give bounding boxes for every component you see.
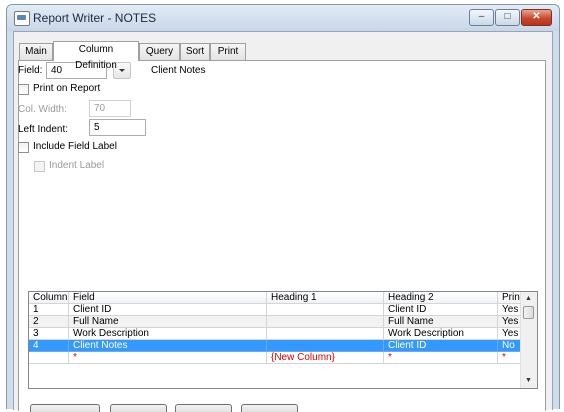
cell-column[interactable] [29, 352, 69, 364]
bottom-button-2[interactable] [110, 404, 167, 412]
cell-print[interactable]: Yes [498, 304, 522, 316]
include-field-label-checkbox[interactable] [18, 142, 29, 153]
column-header-field[interactable]: Field [69, 292, 267, 304]
cell-heading-2[interactable]: * [384, 352, 498, 364]
scroll-up-arrow-icon[interactable]: ▲ [521, 292, 536, 306]
minimize-button[interactable]: – [469, 9, 494, 26]
cell-heading-1[interactable] [267, 328, 384, 340]
tab-column-definition[interactable]: Column Definition [53, 41, 139, 71]
cell-field[interactable]: Client ID [69, 304, 267, 316]
cell-column[interactable]: 3 [29, 328, 69, 340]
tab-print[interactable]: Print [210, 43, 246, 60]
col-width-input[interactable]: 70 [89, 100, 131, 117]
maximize-button[interactable]: □ [495, 9, 520, 26]
print-on-report-checkbox[interactable] [18, 84, 29, 95]
cell-heading-1[interactable] [267, 340, 384, 352]
cell-field[interactable]: * [69, 352, 267, 364]
cell-field[interactable]: Work Description [69, 328, 267, 340]
grid-vertical-scrollbar[interactable]: ▲ ▼ [520, 292, 537, 388]
cell-print[interactable]: Yes [498, 316, 522, 328]
cell-print[interactable]: No [498, 340, 522, 352]
field-description: Client Notes [151, 65, 206, 76]
bottom-button-1[interactable] [30, 404, 100, 412]
indent-label-label: Indent Label [49, 160, 105, 171]
app-icon [14, 11, 30, 26]
cell-print[interactable]: Yes [498, 328, 522, 340]
left-indent-label: Left Indent: [18, 124, 69, 135]
cell-heading-1[interactable] [267, 304, 384, 316]
cell-column[interactable]: 2 [29, 316, 69, 328]
cell-field[interactable]: Full Name [69, 316, 267, 328]
cell-heading-2[interactable]: Work Description [384, 328, 498, 340]
cell-heading-2[interactable]: Client ID [384, 340, 498, 352]
cell-column[interactable]: 4 [29, 340, 69, 352]
col-width-label: Col. Width: [18, 104, 67, 115]
title-bar[interactable]: Report Writer - NOTES – □ ✕ [7, 5, 559, 31]
print-on-report-label: Print on Report [33, 83, 101, 94]
indent-label-checkbox[interactable] [34, 161, 45, 172]
column-grid[interactable]: Column Field Heading 1 Heading 2 Print 1… [28, 291, 538, 389]
cell-heading-1[interactable] [267, 316, 384, 328]
bottom-button-3[interactable] [175, 404, 232, 412]
cell-field[interactable]: Client Notes [69, 340, 267, 352]
cell-column[interactable]: 1 [29, 304, 69, 316]
cell-heading-2[interactable]: Client ID [384, 304, 498, 316]
include-field-label-label: Include Field Label [33, 141, 117, 152]
field-label: Field: [18, 65, 43, 76]
close-button[interactable]: ✕ [521, 9, 552, 26]
tab-sort[interactable]: Sort [180, 43, 210, 60]
scrollbar-thumb[interactable] [523, 306, 534, 319]
cell-heading-2[interactable]: Full Name [384, 316, 498, 328]
column-header-column[interactable]: Column [29, 292, 69, 304]
cell-print[interactable]: * [498, 352, 522, 364]
scroll-down-arrow-icon[interactable]: ▼ [521, 374, 536, 388]
window-title: Report Writer - NOTES [33, 11, 157, 25]
left-indent-input[interactable]: 5 [89, 119, 146, 136]
column-header-heading-2[interactable]: Heading 2 [384, 292, 498, 304]
column-header-print[interactable]: Print [498, 292, 522, 304]
tab-query[interactable]: Query [139, 43, 180, 60]
column-header-heading-1[interactable]: Heading 1 [267, 292, 384, 304]
tab-main[interactable]: Main [19, 43, 53, 60]
cell-heading-1[interactable]: {New Column} [267, 352, 384, 364]
bottom-button-4[interactable] [241, 404, 298, 412]
